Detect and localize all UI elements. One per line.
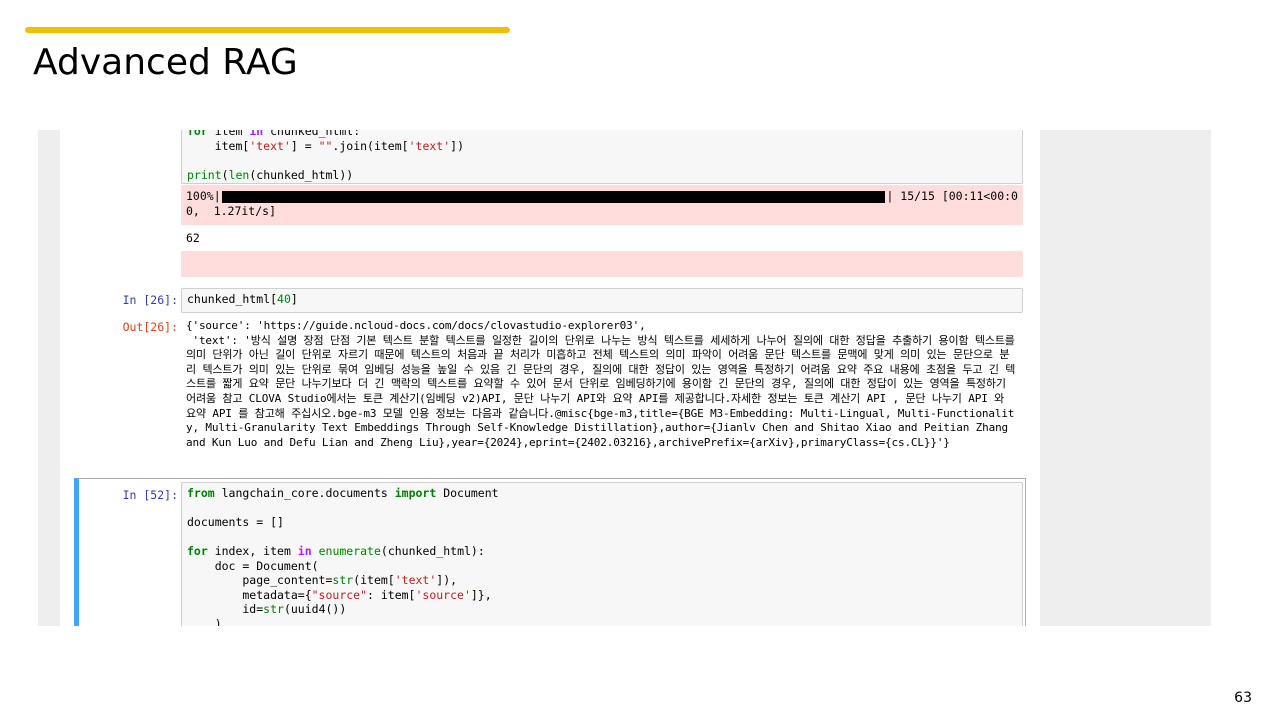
notebook-page: for item in chunked_html: item['text'] =… (60, 130, 1040, 626)
in-prompt: In [52]: (122, 488, 178, 502)
code-line: item['text'] = "".join(item['text']) (187, 138, 464, 153)
code-line: metadata={"source": item['source']}, (187, 587, 492, 602)
stderr-output: 100%| | 15/15 [00:11<00:0 0, 1.27it/s] (181, 185, 1023, 225)
code-line: page_content=str(item['text']), (187, 573, 458, 587)
notebook-screenshot: for item in chunked_html: item['text'] =… (38, 130, 1211, 626)
empty-stderr-output (181, 251, 1023, 277)
code-line: doc = Document( (187, 558, 319, 573)
code-line: id=str(uuid4()) (187, 602, 347, 616)
code-line: ) (187, 616, 222, 627)
output-result-62: 62 (186, 231, 200, 245)
code-input-cell-3[interactable]: from langchain_core.documents import Doc… (181, 482, 1023, 626)
output-document-text: {'source': 'https://guide.ncloud-docs.co… (186, 319, 1016, 449)
in-prompt: In [26]: (122, 293, 178, 307)
progress-line: 100%| | 15/15 [00:11<00:0 (186, 189, 1018, 204)
out-prompt: Out[26]: (122, 320, 178, 334)
progress-percent: 100%| (186, 189, 221, 203)
code-input-cell-2[interactable]: chunked_html[40] (181, 288, 1023, 313)
code-line: documents = [] (187, 515, 284, 529)
progress-bar (221, 190, 886, 203)
code-line: from langchain_core.documents import Doc… (187, 486, 499, 500)
code-input-cell-1[interactable]: for item in chunked_html: item['text'] =… (181, 130, 1023, 184)
code-line: for item in chunked_html: (187, 130, 361, 138)
code-line: print(len(chunked_html)) (187, 167, 354, 182)
progress-status: | 15/15 [00:11<00:0 (886, 189, 1018, 203)
page-number: 63 (1234, 690, 1252, 706)
title-accent-bar (25, 27, 510, 33)
progress-rate: 0, 1.27it/s] (186, 204, 277, 218)
slide-title: Advanced RAG (33, 42, 298, 83)
code-line: for index, item in enumerate(chunked_htm… (187, 544, 485, 558)
